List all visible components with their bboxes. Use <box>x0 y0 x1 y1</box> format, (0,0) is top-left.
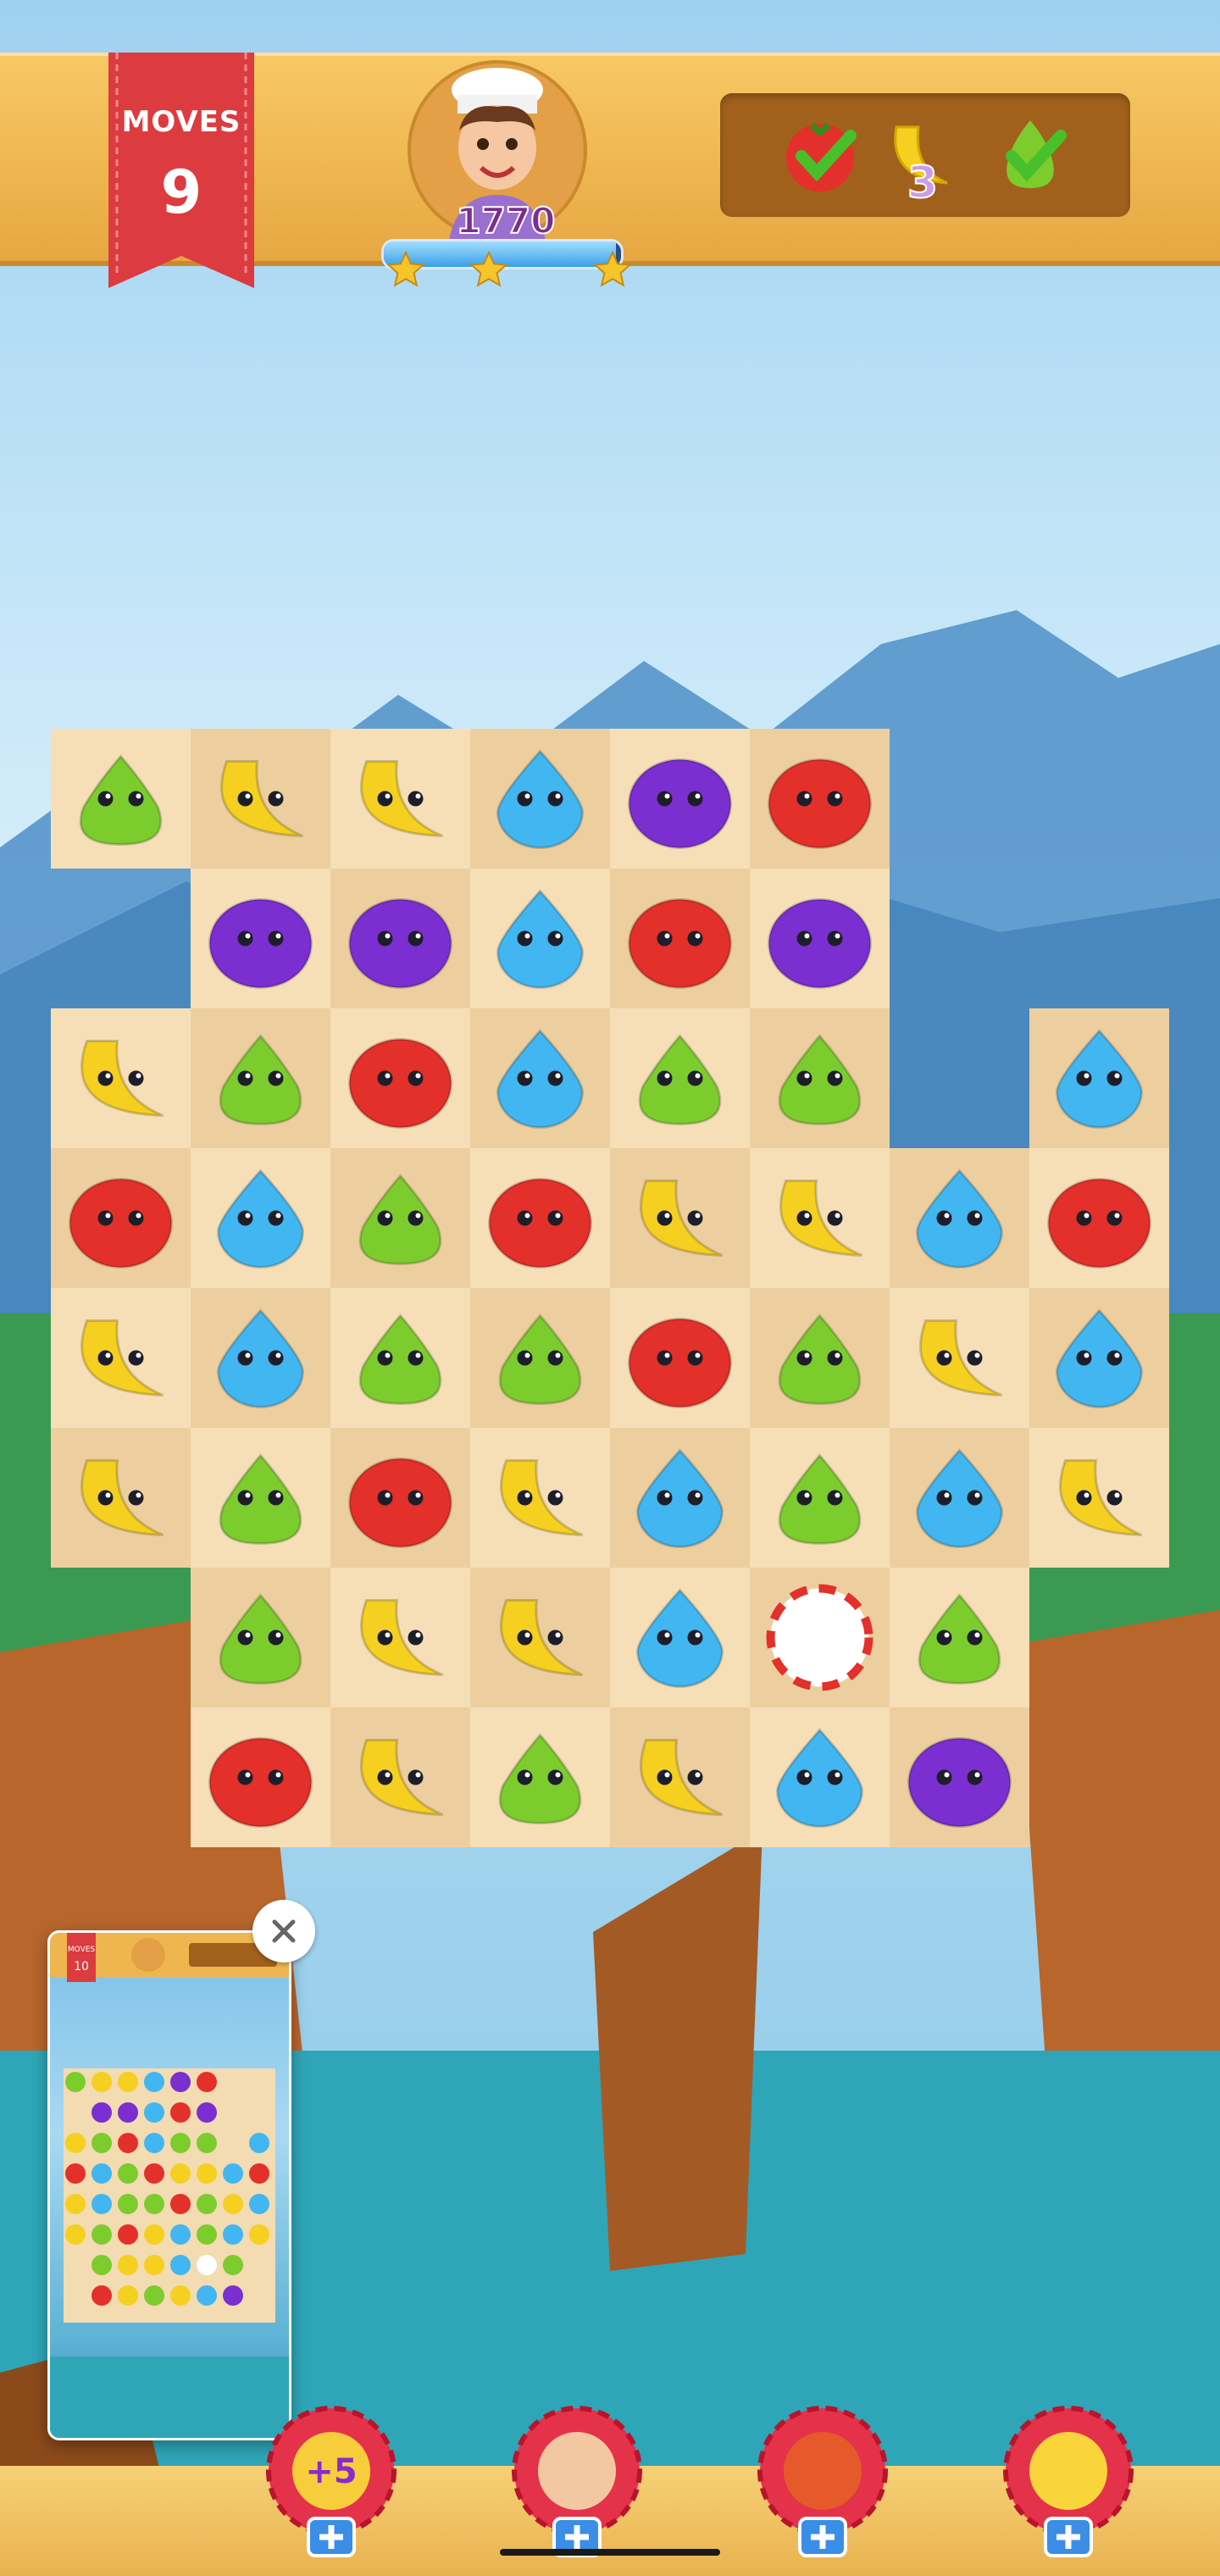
grape-tile[interactable] <box>208 898 313 989</box>
hand-booster-button[interactable] <box>505 2405 649 2557</box>
pip-tile <box>92 2102 112 2123</box>
pip-game-thumbnail: MOVES 10 <box>50 1933 289 2438</box>
pip-tile <box>65 2224 86 2245</box>
pip-tile <box>249 2163 269 2184</box>
pip-tile <box>197 2102 217 2123</box>
pip-tile <box>223 2194 243 2214</box>
grape-tile[interactable] <box>628 758 732 849</box>
pear-goal-icon <box>1006 120 1067 188</box>
grape-tile[interactable] <box>348 898 452 989</box>
pip-tile <box>65 2163 86 2184</box>
pip-tile <box>144 2194 164 2214</box>
pip-tile <box>170 2224 191 2245</box>
extra-moves-icon: +5 <box>266 2406 396 2557</box>
pip-tile <box>249 2194 269 2214</box>
pip-tile <box>92 2255 112 2275</box>
pip-tile <box>65 2072 86 2092</box>
pip-tile <box>223 2285 243 2306</box>
pip-tile <box>118 2194 138 2214</box>
magic-wand-booster-button[interactable] <box>996 2405 1140 2557</box>
pip-tile <box>170 2133 191 2153</box>
pip-tile <box>144 2285 164 2306</box>
pip-tile <box>92 2224 112 2245</box>
close-pip-button[interactable] <box>252 1900 315 1963</box>
tomato-tile[interactable] <box>488 1178 592 1269</box>
tomato-tile[interactable] <box>348 1457 452 1548</box>
moves-label: MOVES <box>121 105 241 139</box>
pip-tile <box>144 2255 164 2275</box>
home-indicator <box>500 2549 720 2556</box>
pip-tile <box>144 2163 164 2184</box>
hand-icon <box>512 2406 642 2557</box>
pip-tile <box>197 2224 217 2245</box>
pip-tile <box>170 2194 191 2214</box>
pip-moves-value: 10 <box>74 1960 89 1974</box>
bomb-booster-button[interactable] <box>751 2405 895 2557</box>
pip-tile <box>197 2163 217 2184</box>
pip-tile <box>92 2163 112 2184</box>
picture-in-picture-preview[interactable]: MOVES 10 <box>47 1930 291 2440</box>
tomato-tile[interactable] <box>628 898 732 989</box>
pip-tile <box>144 2133 164 2153</box>
pip-tile <box>197 2255 217 2275</box>
star-icon <box>469 251 508 287</box>
magic-wand-icon <box>1003 2406 1134 2557</box>
pip-tile <box>118 2072 138 2092</box>
pip-tile <box>223 2163 243 2184</box>
tomato-tile[interactable] <box>348 1038 452 1129</box>
booster-label: +5 <box>305 2452 357 2491</box>
pip-tile <box>170 2163 191 2184</box>
pip-tile <box>118 2102 138 2123</box>
pip-tile <box>144 2102 164 2123</box>
pip-tile <box>65 2133 86 2153</box>
pip-tile <box>118 2133 138 2153</box>
pip-tile <box>197 2133 217 2153</box>
pip-tile <box>197 2072 217 2092</box>
pip-tile <box>249 2133 269 2153</box>
star-icon <box>593 251 632 287</box>
tomato-tile[interactable] <box>628 1318 732 1408</box>
moves-counter: 9 <box>160 158 202 227</box>
pip-tile <box>144 2072 164 2092</box>
pip-tile <box>92 2285 112 2306</box>
pip-tile <box>92 2072 112 2092</box>
candy-tile[interactable] <box>766 1584 873 1691</box>
grape-tile[interactable] <box>768 898 872 989</box>
tomato-tile[interactable] <box>69 1178 173 1269</box>
tomato-goal-icon <box>786 122 857 192</box>
extra-moves-booster-button[interactable]: +5 <box>259 2405 403 2557</box>
pip-tile <box>170 2285 191 2306</box>
pip-tile <box>118 2163 138 2184</box>
pip-tile <box>197 2285 217 2306</box>
pip-tile <box>118 2255 138 2275</box>
pip-tile <box>92 2133 112 2153</box>
bomb-icon <box>757 2406 888 2557</box>
tomato-tile[interactable] <box>768 758 872 849</box>
pip-tile <box>144 2224 164 2245</box>
close-icon <box>272 1919 296 1943</box>
tomato-tile[interactable] <box>208 1737 313 1828</box>
pip-tile <box>249 2224 269 2245</box>
pip-tile <box>197 2194 217 2214</box>
banana-goal-count: 3 <box>907 157 939 209</box>
score-value: 1770 <box>456 199 557 242</box>
star-icon <box>386 251 425 287</box>
tomato-tile[interactable] <box>1047 1178 1151 1269</box>
pip-tile <box>118 2224 138 2245</box>
pip-tile <box>223 2255 243 2275</box>
pip-tile <box>170 2072 191 2092</box>
grape-tile[interactable] <box>907 1737 1012 1828</box>
pip-tile <box>118 2285 138 2306</box>
pip-tile <box>223 2224 243 2245</box>
pip-tile <box>65 2194 86 2214</box>
pip-tile <box>170 2255 191 2275</box>
pip-moves-label: MOVES <box>68 1946 96 1954</box>
pip-tile <box>92 2194 112 2214</box>
pip-tile <box>170 2102 191 2123</box>
